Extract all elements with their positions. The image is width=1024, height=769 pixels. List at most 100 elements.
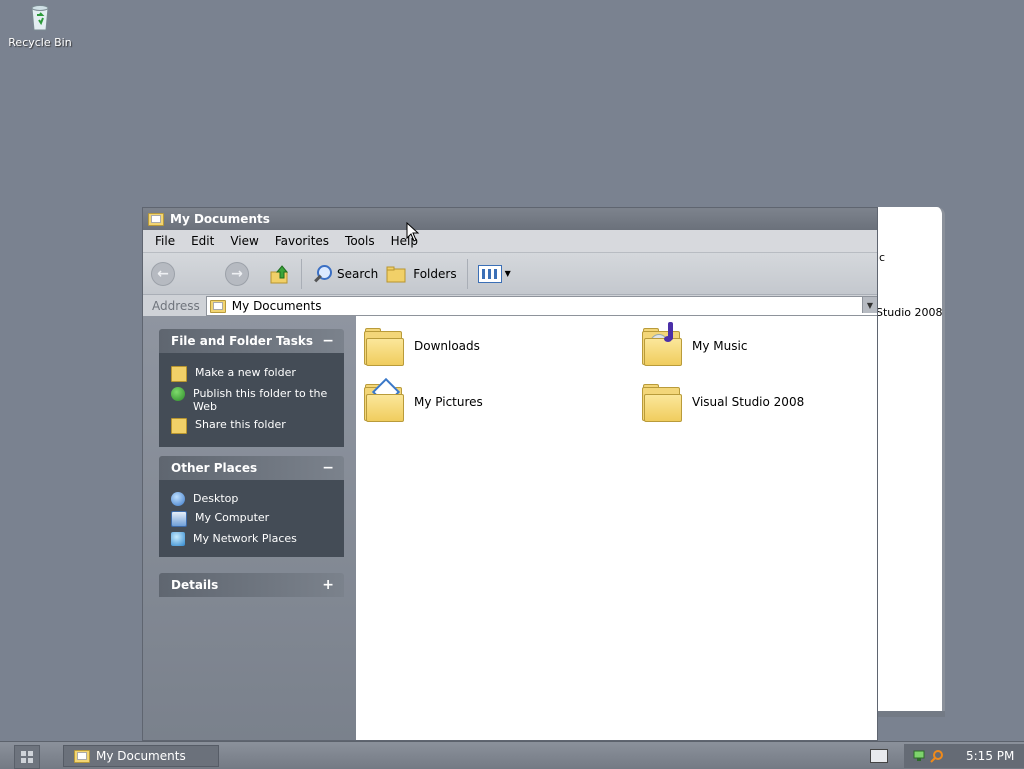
folder-item-my-pictures[interactable]: My Pictures xyxy=(364,377,483,422)
pictures-folder-icon xyxy=(364,377,404,422)
folder-label: Visual Studio 2008 xyxy=(692,395,805,409)
taskbar: My Documents 5:15 PM xyxy=(0,741,1024,769)
folder-item-my-music[interactable]: My Music xyxy=(642,322,748,366)
file-folder-tasks-body: Make a new folder Publish this folder to… xyxy=(159,353,344,447)
forward-arrow-icon: → xyxy=(231,265,243,282)
menu-bar: File Edit View Favorites Tools Help xyxy=(143,230,877,253)
background-window[interactable]: ic Studio 2008 xyxy=(872,207,945,717)
share-folder-icon xyxy=(171,418,187,434)
task-label: Publish this folder to the Web xyxy=(193,387,328,413)
collapse-icon[interactable]: − xyxy=(322,333,334,349)
folder-item-downloads[interactable]: Downloads xyxy=(364,328,480,366)
menu-view[interactable]: View xyxy=(222,232,266,250)
taskbar-button-my-documents[interactable]: My Documents xyxy=(63,745,219,767)
menu-tools[interactable]: Tools xyxy=(337,232,383,250)
address-input[interactable]: My Documents ▼ xyxy=(205,296,877,316)
network-places-icon xyxy=(171,532,185,546)
new-folder-icon xyxy=(171,366,187,382)
back-arrow-icon: ← xyxy=(157,265,169,282)
task-share-folder[interactable]: Share this folder xyxy=(171,418,336,434)
recycle-bin-label: Recycle Bin xyxy=(8,36,72,49)
details-panel: Details + xyxy=(159,573,344,597)
expand-icon[interactable]: + xyxy=(322,577,334,593)
folder-label: Downloads xyxy=(414,339,480,353)
place-network[interactable]: My Network Places xyxy=(171,532,336,546)
address-dropdown-button[interactable]: ▼ xyxy=(862,297,877,313)
place-desktop[interactable]: Desktop xyxy=(171,492,336,506)
menu-file[interactable]: File xyxy=(147,232,183,250)
start-icon xyxy=(21,751,33,763)
window-titlebar[interactable]: My Documents xyxy=(143,208,877,230)
background-window-titlebar xyxy=(872,207,942,227)
folder-icon xyxy=(642,384,682,422)
network-tray-icon[interactable] xyxy=(912,749,926,763)
panel-title: Other Places xyxy=(171,461,258,475)
search-icon xyxy=(312,264,332,284)
forward-button[interactable]: → xyxy=(225,261,249,286)
folder-icon xyxy=(209,299,226,313)
folder-label: My Music xyxy=(692,339,748,353)
back-button[interactable]: ← xyxy=(151,261,175,286)
window-body: File and Folder Tasks − Make a new folde… xyxy=(143,316,877,740)
keyboard-icon[interactable] xyxy=(870,749,888,763)
other-places-body: Desktop My Computer My Network Places xyxy=(159,480,344,557)
window-title: My Documents xyxy=(170,212,270,226)
explorer-window[interactable]: My Documents File Edit View Favorites To… xyxy=(142,207,878,741)
panel-title: Details xyxy=(171,578,219,592)
menu-favorites[interactable]: Favorites xyxy=(267,232,337,250)
views-icon xyxy=(477,264,502,283)
folder-icon xyxy=(148,212,164,226)
toolbar-separator xyxy=(301,258,302,289)
folder-label: My Pictures xyxy=(414,395,483,409)
place-label: My Computer xyxy=(195,511,270,524)
address-value: My Documents xyxy=(231,299,322,313)
folder-up-icon xyxy=(270,264,289,283)
other-places-panel: Other Places − Desktop My Computer My Ne… xyxy=(159,456,344,557)
folder-icon xyxy=(364,328,404,366)
search-button[interactable]: Search xyxy=(308,262,382,286)
recycle-bin-icon xyxy=(31,5,49,31)
menu-edit[interactable]: Edit xyxy=(183,232,222,250)
place-label: My Network Places xyxy=(193,532,297,545)
address-bar: Address My Documents ▼ xyxy=(143,295,877,318)
place-my-computer[interactable]: My Computer xyxy=(171,511,336,527)
folder-icon xyxy=(74,749,90,763)
collapse-icon[interactable]: − xyxy=(322,460,334,476)
other-places-header[interactable]: Other Places − xyxy=(159,456,344,480)
folder-item-visual-studio-2008[interactable]: Visual Studio 2008 xyxy=(642,384,805,422)
music-folder-icon xyxy=(642,322,682,366)
search-label: Search xyxy=(337,266,379,281)
file-folder-tasks-panel: File and Folder Tasks − Make a new folde… xyxy=(159,329,344,447)
task-make-new-folder[interactable]: Make a new folder xyxy=(171,366,336,382)
desktop-icon xyxy=(171,492,185,506)
panel-title: File and Folder Tasks xyxy=(171,334,314,348)
address-label: Address xyxy=(152,299,200,313)
task-label: Share this folder xyxy=(195,418,286,431)
clock[interactable]: 5:15 PM xyxy=(966,749,1014,763)
recycle-bin-desktop-icon[interactable]: Recycle Bin xyxy=(4,2,76,49)
folders-icon xyxy=(386,266,406,282)
details-header[interactable]: Details + xyxy=(159,573,344,597)
background-window-text: Studio 2008 xyxy=(876,306,943,319)
file-list: Downloads My Music My Pictures Visual St… xyxy=(356,316,877,740)
search-tray-icon[interactable] xyxy=(930,749,944,763)
up-button[interactable] xyxy=(265,261,295,287)
computer-icon xyxy=(171,511,187,527)
dropdown-arrow-icon: ▼ xyxy=(504,269,511,278)
background-window-border xyxy=(872,711,945,717)
place-label: Desktop xyxy=(193,492,239,505)
system-tray: 5:15 PM xyxy=(904,744,1024,768)
start-button[interactable] xyxy=(14,745,40,769)
toolbar: ← → Search Folders ▼ xyxy=(143,253,877,295)
file-folder-tasks-header[interactable]: File and Folder Tasks − xyxy=(159,329,344,353)
views-button[interactable]: ▼ xyxy=(474,263,515,285)
task-pane: File and Folder Tasks − Make a new folde… xyxy=(143,316,356,740)
folders-button[interactable]: Folders xyxy=(382,263,460,285)
taskbar-button-label: My Documents xyxy=(96,749,186,763)
publish-web-icon xyxy=(171,387,185,401)
task-label: Make a new folder xyxy=(195,366,296,379)
toolbar-separator xyxy=(466,258,468,289)
mouse-cursor-icon xyxy=(406,222,420,242)
folders-label: Folders xyxy=(413,266,457,281)
task-publish-folder[interactable]: Publish this folder to the Web xyxy=(171,387,336,413)
